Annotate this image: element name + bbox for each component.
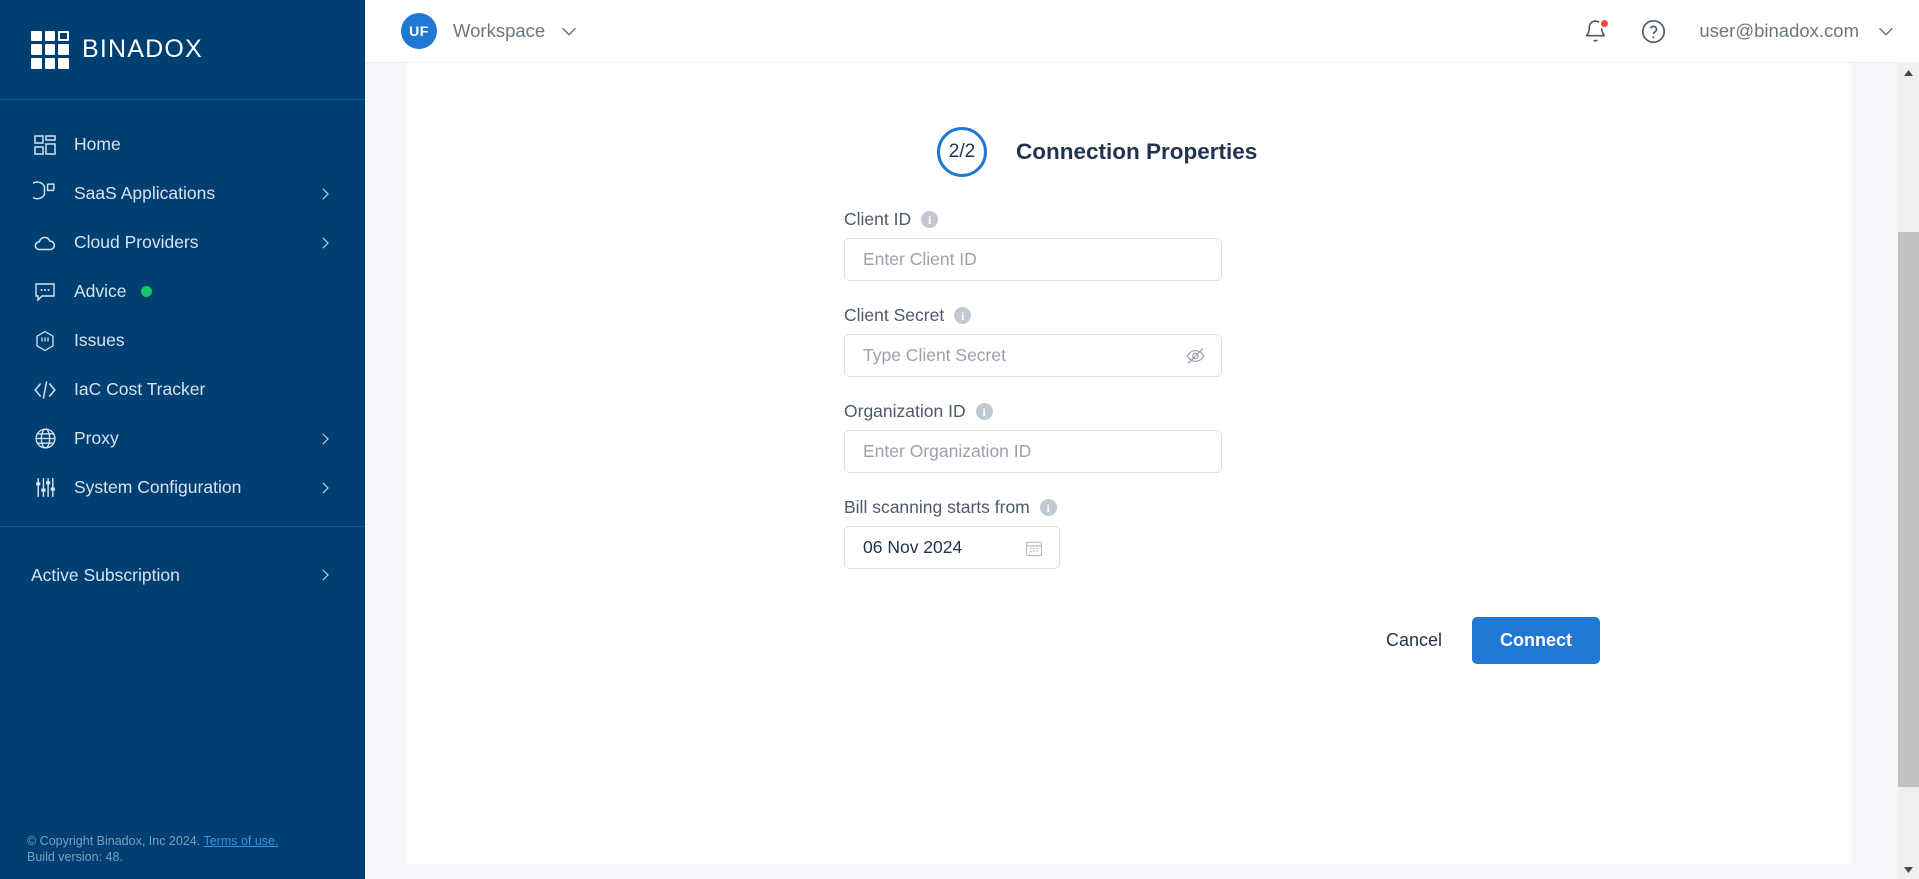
help-question-circle-icon[interactable] bbox=[1640, 18, 1667, 45]
client-id-input[interactable] bbox=[845, 239, 1221, 280]
chevron-right-icon[interactable] bbox=[316, 430, 334, 448]
sidebar-item-system-configuration[interactable]: System Configuration bbox=[0, 463, 365, 512]
sidebar: BINADOX Home SaaS Applications Cloud Pro… bbox=[0, 0, 365, 879]
scrollbar-down-arrow-icon[interactable] bbox=[1898, 860, 1919, 879]
field-label-text: Bill scanning starts from bbox=[844, 497, 1030, 517]
eye-off-icon[interactable] bbox=[1185, 345, 1206, 366]
code-brackets-icon bbox=[31, 376, 59, 404]
chevron-down-icon bbox=[1875, 20, 1897, 42]
connect-button[interactable]: Connect bbox=[1472, 617, 1600, 664]
sidebar-item-active-subscription[interactable]: Active Subscription bbox=[0, 547, 365, 603]
sidebar-item-label: Cloud Providers bbox=[74, 232, 199, 252]
connection-properties-card: 2/2 Connection Properties Client ID i En… bbox=[406, 63, 1851, 864]
field-label-row: Client ID i bbox=[844, 209, 1851, 230]
cloud-icon bbox=[31, 229, 59, 257]
binadox-grid-logo-icon bbox=[31, 30, 69, 69]
sidebar-item-label: Issues bbox=[74, 330, 125, 350]
main-area: UF Workspace user@binadox.com 2/2 Connec… bbox=[365, 0, 1919, 879]
client-secret-input[interactable] bbox=[845, 335, 1221, 376]
workspace-selector[interactable]: UF Workspace bbox=[401, 13, 580, 49]
sidebar-item-label: Home bbox=[74, 134, 121, 154]
sidebar-subscription-label: Active Subscription bbox=[31, 564, 180, 585]
client-secret-input-wrapper[interactable] bbox=[844, 334, 1222, 377]
sidebar-divider bbox=[0, 526, 365, 527]
notifications-bell-icon[interactable] bbox=[1583, 17, 1611, 44]
form-actions: Cancel Connect bbox=[844, 617, 1600, 664]
info-icon[interactable]: i bbox=[921, 211, 939, 228]
connection-form: Client ID i Client Secret i bbox=[406, 177, 1851, 664]
info-icon[interactable]: i bbox=[954, 307, 972, 324]
field-organization-id: Organization ID i bbox=[844, 401, 1851, 473]
field-label-row: Organization ID i bbox=[844, 401, 1851, 422]
copyright-text: © Copyright Binadox, Inc 2024. bbox=[27, 834, 201, 848]
field-label-text: Organization ID bbox=[844, 401, 966, 421]
organization-id-input-wrapper[interactable] bbox=[844, 430, 1222, 473]
field-label-text: Client Secret bbox=[844, 305, 945, 325]
chevron-right-icon[interactable] bbox=[316, 234, 334, 252]
build-version-text: Build version: 48. bbox=[27, 850, 123, 864]
brand-logo[interactable]: BINADOX bbox=[0, 0, 365, 100]
chevron-down-icon bbox=[558, 20, 580, 42]
pie-chart-icon bbox=[31, 180, 59, 208]
workspace-name: Workspace bbox=[453, 20, 546, 41]
field-label-text: Client ID bbox=[844, 209, 912, 229]
dashboard-grid-icon bbox=[31, 131, 59, 159]
scrollbar-thumb[interactable] bbox=[1898, 232, 1919, 787]
chevron-right-icon[interactable] bbox=[316, 479, 334, 497]
sidebar-item-iac-cost-tracker[interactable]: IaC Cost Tracker bbox=[0, 365, 365, 414]
sliders-icon bbox=[31, 474, 59, 502]
step-counter-badge: 2/2 bbox=[937, 127, 987, 177]
top-bar-actions: user@binadox.com bbox=[1583, 17, 1897, 45]
page-title: Connection Properties bbox=[1016, 139, 1258, 164]
hexagon-alert-icon bbox=[31, 327, 59, 355]
cancel-button[interactable]: Cancel bbox=[1368, 620, 1460, 661]
step-header: 2/2 Connection Properties bbox=[406, 127, 1851, 177]
field-client-id: Client ID i bbox=[844, 209, 1851, 281]
app-root: BINADOX Home SaaS Applications Cloud Pro… bbox=[0, 0, 1919, 879]
sidebar-item-proxy[interactable]: Proxy bbox=[0, 414, 365, 463]
workspace-avatar: UF bbox=[401, 13, 437, 49]
field-client-secret: Client Secret i bbox=[844, 305, 1851, 377]
scrollbar-up-arrow-icon[interactable] bbox=[1898, 63, 1919, 82]
terms-of-use-link[interactable]: Terms of use. bbox=[203, 834, 278, 848]
sidebar-nav: Home SaaS Applications Cloud Providers A… bbox=[0, 100, 365, 879]
sidebar-item-label: IaC Cost Tracker bbox=[74, 379, 206, 399]
chevron-right-icon[interactable] bbox=[316, 185, 334, 203]
sidebar-item-home[interactable]: Home bbox=[0, 120, 365, 169]
sidebar-item-advice[interactable]: Advice bbox=[0, 267, 365, 316]
content-area: 2/2 Connection Properties Client ID i En… bbox=[365, 63, 1919, 879]
info-icon[interactable]: i bbox=[1039, 499, 1057, 516]
info-icon[interactable]: i bbox=[975, 403, 993, 420]
brand-name: BINADOX bbox=[82, 35, 203, 63]
client-id-input-wrapper[interactable] bbox=[844, 238, 1222, 281]
scrollbar-track[interactable] bbox=[1898, 82, 1919, 860]
user-menu[interactable]: user@binadox.com bbox=[1699, 20, 1897, 42]
field-label-row: Bill scanning starts from i bbox=[844, 497, 1851, 518]
sidebar-item-label: SaaS Applications bbox=[74, 183, 216, 203]
advice-status-dot bbox=[140, 286, 152, 297]
top-bar: UF Workspace user@binadox.com bbox=[365, 0, 1919, 63]
sidebar-item-saas-applications[interactable]: SaaS Applications bbox=[0, 169, 365, 218]
user-email-label: user@binadox.com bbox=[1699, 20, 1859, 41]
organization-id-input[interactable] bbox=[845, 431, 1221, 472]
field-label-row: Client Secret i bbox=[844, 305, 1851, 326]
notification-badge bbox=[1599, 17, 1611, 29]
field-bill-scanning-start-date: Bill scanning starts from i bbox=[844, 497, 1851, 569]
sidebar-footer: © Copyright Binadox, Inc 2024. Terms of … bbox=[27, 833, 278, 865]
chat-bubble-icon bbox=[31, 278, 59, 306]
globe-icon bbox=[31, 425, 59, 453]
vertical-scrollbar[interactable] bbox=[1898, 63, 1919, 879]
chevron-right-icon[interactable] bbox=[316, 566, 334, 584]
sidebar-item-label: Advice bbox=[74, 281, 127, 301]
sidebar-item-label: System Configuration bbox=[74, 477, 242, 497]
sidebar-item-cloud-providers[interactable]: Cloud Providers bbox=[0, 218, 365, 267]
sidebar-item-issues[interactable]: Issues bbox=[0, 316, 365, 365]
bill-scanning-date-wrapper[interactable] bbox=[844, 526, 1060, 569]
calendar-icon[interactable] bbox=[1024, 538, 1044, 558]
sidebar-item-label: Proxy bbox=[74, 428, 119, 448]
